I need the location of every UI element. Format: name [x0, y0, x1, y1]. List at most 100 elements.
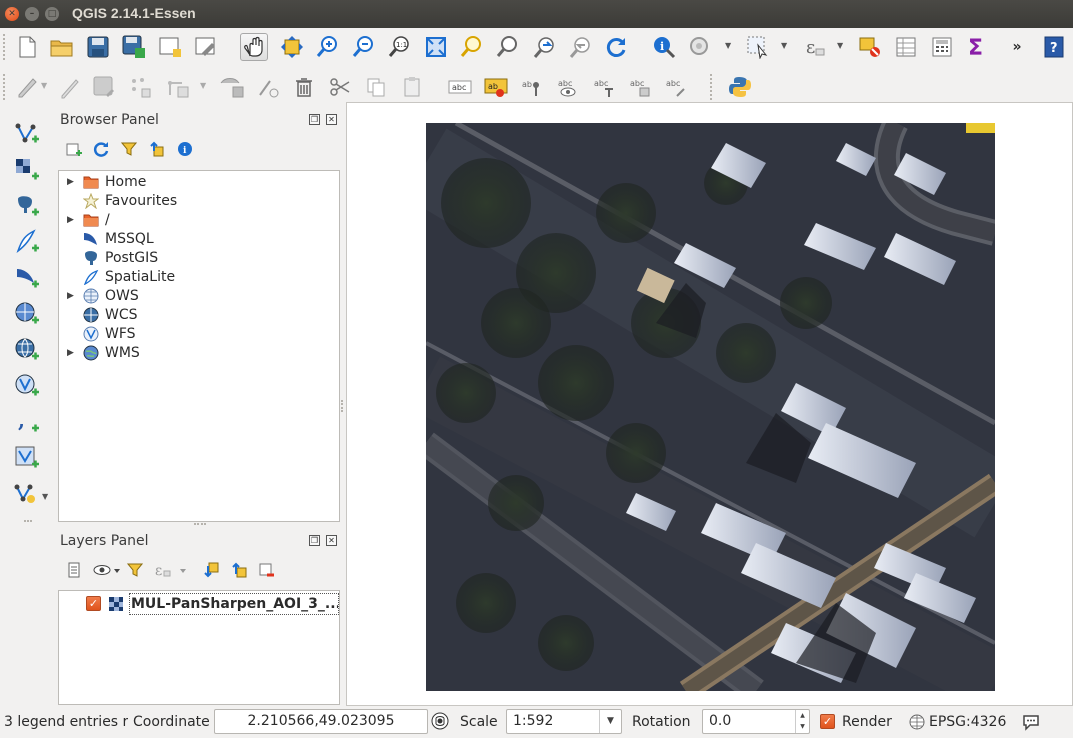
crs-label[interactable]: EPSG:4326 [929, 714, 1006, 730]
add-virtual-layer-icon[interactable] [13, 444, 41, 472]
dropdown-arrow-icon[interactable]: ▼ [725, 41, 733, 50]
zoom-full-icon[interactable] [422, 33, 450, 61]
dropdown-arrow-icon[interactable]: ▼ [200, 81, 208, 90]
dropdown-arrow-icon[interactable]: ▼ [41, 81, 49, 90]
remove-layer-icon[interactable] [256, 560, 278, 580]
add-feature-icon[interactable] [126, 73, 154, 101]
rotate-label-icon[interactable]: abc [626, 73, 654, 101]
expand-arrow-icon[interactable]: ▶ [67, 348, 75, 358]
add-selected-layers-icon[interactable] [63, 139, 85, 159]
maximize-icon[interactable]: □ [45, 7, 59, 21]
zoom-to-layer-icon[interactable] [458, 33, 486, 61]
zoom-to-selection-icon[interactable] [494, 33, 522, 61]
attribute-table-icon[interactable] [892, 33, 920, 61]
tree-item-spatialite[interactable]: SpatiaLite [59, 267, 339, 286]
zoom-actual-size-icon[interactable]: 1:1 [386, 33, 414, 61]
select-features-icon[interactable] [744, 33, 772, 61]
close-panel-icon[interactable]: ✕ [326, 114, 337, 125]
add-vector-layer-icon[interactable] [13, 120, 41, 148]
add-delimited-text-layer-icon[interactable]: , [13, 408, 41, 436]
statistical-summary-icon[interactable]: Σ [962, 33, 990, 61]
delete-selected-icon[interactable] [254, 73, 282, 101]
close-panel-icon[interactable]: ✕ [326, 535, 337, 546]
manage-visibility-icon[interactable] [92, 560, 122, 580]
panel-splitter[interactable] [194, 523, 206, 526]
new-print-composer-icon[interactable] [156, 33, 184, 61]
identify-icon[interactable]: i [650, 33, 678, 61]
refresh-icon[interactable] [90, 139, 112, 159]
pan-to-selection-icon[interactable] [278, 33, 306, 61]
highlight-pinned-labels-icon[interactable]: ab [482, 73, 510, 101]
cut-features-icon[interactable] [326, 73, 354, 101]
expand-arrow-icon[interactable]: ▶ [67, 177, 75, 187]
toolbar-handle[interactable] [24, 520, 32, 524]
delete-icon[interactable] [290, 73, 318, 101]
zoom-last-icon[interactable] [530, 33, 558, 61]
tree-item-mssql[interactable]: MSSQL [59, 229, 339, 248]
dock-splitter[interactable] [341, 400, 345, 412]
collapse-all-icon[interactable] [146, 139, 168, 159]
filter-legend-icon[interactable] [124, 560, 146, 580]
crs-globe-icon[interactable] [909, 714, 925, 730]
chevron-down-icon[interactable]: ▼ [599, 710, 621, 733]
layer-visibility-checkbox[interactable]: ✓ [86, 596, 101, 611]
close-icon[interactable]: ✕ [5, 7, 19, 21]
filter-icon[interactable] [118, 139, 140, 159]
scale-combobox[interactable]: 1:592 ▼ [506, 709, 622, 734]
zoom-next-icon[interactable] [566, 33, 594, 61]
spin-arrows-icon[interactable]: ▲ ▼ [795, 710, 809, 733]
float-panel-icon[interactable]: ❐ [309, 114, 320, 125]
collapse-all-icon[interactable] [228, 560, 250, 580]
pan-map-icon[interactable] [240, 33, 268, 61]
tree-item-home[interactable]: ▶ Home [59, 172, 339, 191]
toolbar-handle[interactable] [710, 74, 714, 100]
coordinate-field[interactable]: 2.210566,49.023095 [214, 709, 428, 734]
composer-manager-icon[interactable] [192, 33, 220, 61]
add-mssql-layer-icon[interactable] [13, 264, 41, 292]
extents-toggle-icon[interactable] [431, 712, 449, 730]
python-console-icon[interactable] [726, 73, 754, 101]
messages-icon[interactable] [1022, 713, 1040, 731]
tree-item-root[interactable]: ▶ / [59, 210, 339, 229]
toolbar-handle[interactable] [3, 74, 7, 100]
copy-features-icon[interactable] [362, 73, 390, 101]
pin-labels-icon[interactable]: ab [518, 73, 546, 101]
move-label-icon[interactable]: abc [590, 73, 618, 101]
refresh-icon[interactable] [602, 33, 630, 61]
help-icon[interactable]: ? [1040, 33, 1068, 61]
add-wfs-layer-icon[interactable] [13, 372, 41, 400]
tree-item-postgis[interactable]: PostGIS [59, 248, 339, 267]
add-spatialite-layer-icon[interactable] [13, 228, 41, 256]
node-tool-icon[interactable] [218, 73, 246, 101]
new-shapefile-layer-icon[interactable] [13, 480, 41, 508]
filter-by-expression-icon[interactable]: ε [152, 560, 192, 580]
toolbar-overflow-icon[interactable]: » [1003, 33, 1031, 61]
deselect-all-icon[interactable] [856, 33, 884, 61]
rotation-spinbox[interactable]: 0.0 ▲ ▼ [702, 709, 810, 734]
save-layer-edits-icon[interactable] [90, 73, 118, 101]
style-manager-icon[interactable] [63, 560, 85, 580]
map-canvas[interactable] [346, 102, 1073, 706]
field-calculator-icon[interactable] [928, 33, 956, 61]
layer-row[interactable]: ✓ MUL-PanSharpen_AOI_3_... [59, 593, 339, 615]
dropdown-arrow-icon[interactable]: ▼ [781, 41, 789, 50]
save-project-icon[interactable] [84, 33, 112, 61]
move-feature-icon[interactable] [164, 73, 192, 101]
tree-item-wcs[interactable]: WCS [59, 305, 339, 324]
new-project-icon[interactable] [13, 33, 41, 61]
tree-item-favourites[interactable]: Favourites [59, 191, 339, 210]
add-raster-layer-icon[interactable] [13, 156, 41, 184]
minimize-icon[interactable]: – [25, 7, 39, 21]
layer-labeling-icon[interactable]: abc [446, 73, 474, 101]
layer-name[interactable]: MUL-PanSharpen_AOI_3_... [129, 593, 339, 615]
add-wms-layer-icon[interactable] [13, 300, 41, 328]
save-as-icon[interactable] [120, 33, 148, 61]
paste-features-icon[interactable] [398, 73, 426, 101]
tree-item-ows[interactable]: ▶ OWS [59, 286, 339, 305]
add-wcs-layer-icon[interactable] [13, 336, 41, 364]
expand-all-icon[interactable] [200, 560, 222, 580]
change-label-icon[interactable]: abc [662, 73, 690, 101]
dropdown-arrow-icon[interactable]: ▼ [837, 41, 845, 50]
expand-arrow-icon[interactable]: ▶ [67, 291, 75, 301]
run-action-icon[interactable] [686, 33, 714, 61]
